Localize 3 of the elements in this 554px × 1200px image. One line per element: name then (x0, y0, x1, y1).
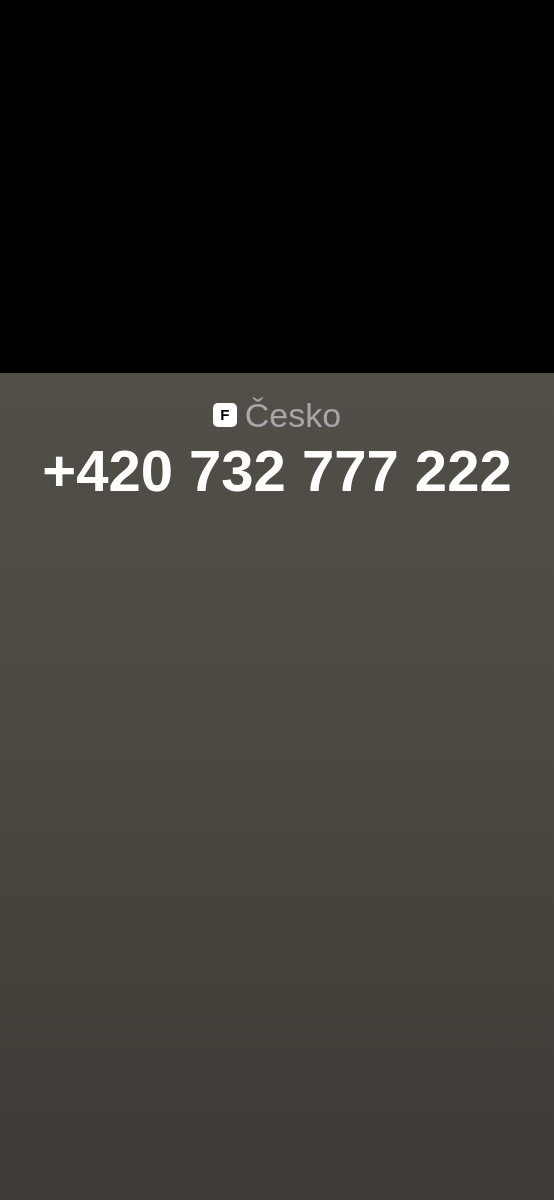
phone-number: +420 732 777 222 (42, 437, 512, 505)
label-badge: F (212, 403, 237, 427)
caller-location: Česko (244, 395, 342, 435)
